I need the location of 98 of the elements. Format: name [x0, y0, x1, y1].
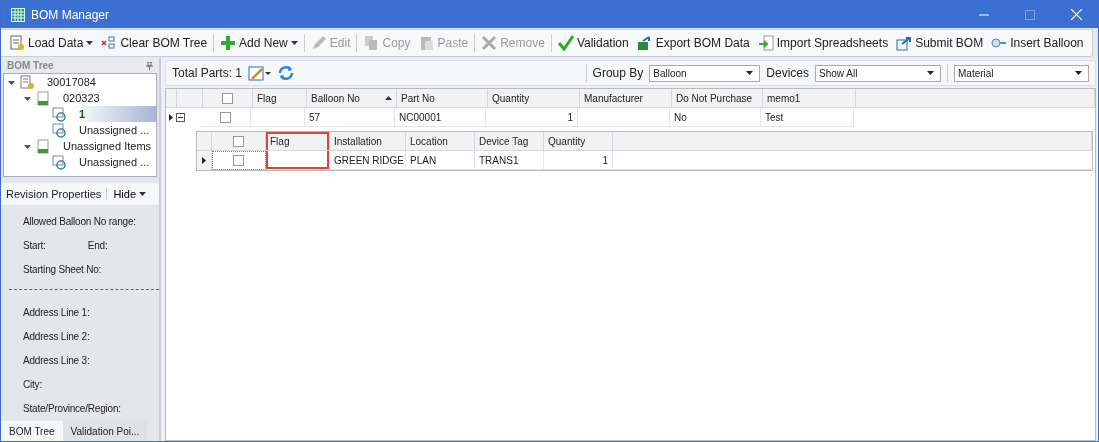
field-label: Address Line 2: — [23, 331, 90, 343]
pencil-icon — [310, 35, 327, 51]
table-cell: GREEN RIDGE — [330, 151, 406, 170]
revision-icon — [52, 122, 66, 138]
devices-dropdown[interactable]: Show All — [815, 64, 941, 82]
field-label: Allowed Balloon No range: — [23, 215, 136, 227]
tree-item[interactable]: Unassigned Items — [55, 138, 154, 154]
toolbar-button[interactable]: Import Spreadsheets — [753, 31, 893, 55]
devices-label: Devices — [766, 66, 809, 80]
pencil-dropdown-icon[interactable] — [248, 65, 273, 81]
revision-icon — [52, 106, 66, 122]
column-header[interactable]: memo1 — [763, 89, 856, 108]
column-header[interactable]: Flag — [266, 132, 330, 151]
table-cell: PLAN — [406, 151, 475, 170]
tree-item[interactable]: Unassigned ... — [71, 122, 152, 138]
row-indicator-icon — [169, 114, 173, 121]
caret-icon — [1075, 71, 1082, 75]
toolbar-button[interactable]: Insert Balloon — [987, 31, 1088, 55]
caret-icon — [86, 41, 94, 45]
panel-tab[interactable]: Validation Poi... — [62, 421, 148, 441]
tree-item[interactable]: 1 — [71, 106, 156, 122]
expander-icon[interactable] — [24, 94, 31, 102]
toolbar-button[interactable]: Add New — [216, 31, 302, 55]
x-icon — [481, 35, 498, 51]
view-dropdown[interactable]: Material — [954, 64, 1089, 82]
column-header[interactable]: Installation — [330, 132, 406, 151]
grid-icon — [11, 7, 25, 22]
column-header[interactable]: Location — [406, 132, 475, 151]
toolbar-button[interactable]: Export BOM Data — [632, 31, 754, 55]
table-cell: 1 — [486, 108, 578, 127]
toolbar-button[interactable]: Clear BOM Tree — [97, 31, 212, 55]
collapse-icon[interactable] — [176, 113, 185, 122]
sheet-icon — [36, 90, 50, 106]
plus-icon — [220, 35, 237, 51]
caret-icon — [290, 41, 298, 45]
group-by-label: Group By — [592, 66, 644, 80]
table-cell: 1 — [544, 151, 613, 170]
expander-icon[interactable] — [8, 78, 15, 86]
tree-item[interactable]: 020323 — [55, 90, 102, 106]
clear-icon — [101, 35, 118, 51]
tree-item[interactable]: Unassigned ... — [71, 154, 152, 170]
field-label: End: — [87, 239, 108, 251]
expander-icon[interactable] — [24, 142, 31, 150]
column-header[interactable] — [203, 89, 253, 108]
group-by-dropdown[interactable]: Balloon — [649, 64, 761, 82]
toolbar-button[interactable]: Submit BOM — [892, 31, 988, 55]
balloon-icon — [991, 35, 1008, 51]
row-indicator-icon — [202, 157, 206, 164]
column-header[interactable]: Manufacturer — [580, 89, 672, 108]
checkbox[interactable] — [233, 135, 244, 147]
checkmark-icon — [557, 35, 574, 51]
column-header[interactable]: Quantity — [544, 132, 613, 151]
column-header[interactable]: Device Tag — [475, 132, 544, 151]
panel-title: BOM Tree — [7, 60, 54, 71]
field-label: Starting Sheet No: — [23, 263, 102, 275]
field-label: City: — [23, 379, 42, 391]
field-label: Address Line 3: — [23, 355, 90, 367]
row-header — [166, 89, 177, 108]
checkbox[interactable] — [220, 111, 231, 123]
caret-icon — [139, 192, 146, 196]
caret-icon — [927, 71, 934, 75]
column-header[interactable]: Balloon No — [307, 89, 397, 108]
pin-icon[interactable] — [146, 61, 153, 70]
maximize-icon[interactable] — [1025, 9, 1035, 20]
field-label: State/Province/Region: — [23, 403, 121, 415]
hide-button[interactable]: Hide — [107, 188, 152, 200]
toolbar-button[interactable]: Validation — [553, 31, 633, 55]
field-label: Start: — [23, 239, 46, 251]
caret-icon — [746, 71, 754, 75]
panel-tab[interactable]: BOM Tree — [1, 421, 63, 441]
refresh-icon[interactable] — [278, 65, 295, 81]
table-cell: TRANS1 — [475, 151, 544, 170]
tree-item[interactable]: 30017084 — [39, 74, 98, 90]
window-title: BOM Manager — [31, 7, 110, 22]
table-cell: No — [670, 108, 761, 127]
field-label: Address Line 1: — [23, 306, 90, 318]
toolbar-button[interactable]: Load Data — [5, 31, 98, 55]
checkbox[interactable] — [222, 92, 233, 104]
close-icon[interactable] — [1071, 9, 1082, 20]
sheet-icon — [36, 138, 50, 154]
table-cell: 57 — [305, 108, 395, 127]
revision-icon — [52, 154, 66, 170]
total-parts-label: Total Parts: 1 — [172, 66, 243, 80]
copy-icon — [363, 35, 380, 51]
document-icon — [9, 35, 25, 51]
column-header[interactable]: Do Not Purchase — [672, 89, 763, 108]
column-header[interactable]: Flag — [253, 89, 307, 108]
column-header[interactable] — [212, 132, 266, 151]
table-cell: Test — [761, 108, 854, 127]
clipboard-icon — [418, 35, 435, 51]
submit-icon — [896, 35, 913, 51]
checkbox[interactable] — [233, 154, 244, 166]
panel-tab[interactable]: Revision Properties — [1, 188, 108, 200]
table-cell: NC00001 — [395, 108, 486, 127]
column-header[interactable]: Part No — [397, 89, 488, 108]
import-icon — [757, 35, 774, 51]
export-icon — [636, 35, 653, 51]
column-header[interactable]: Quantity — [488, 89, 580, 108]
